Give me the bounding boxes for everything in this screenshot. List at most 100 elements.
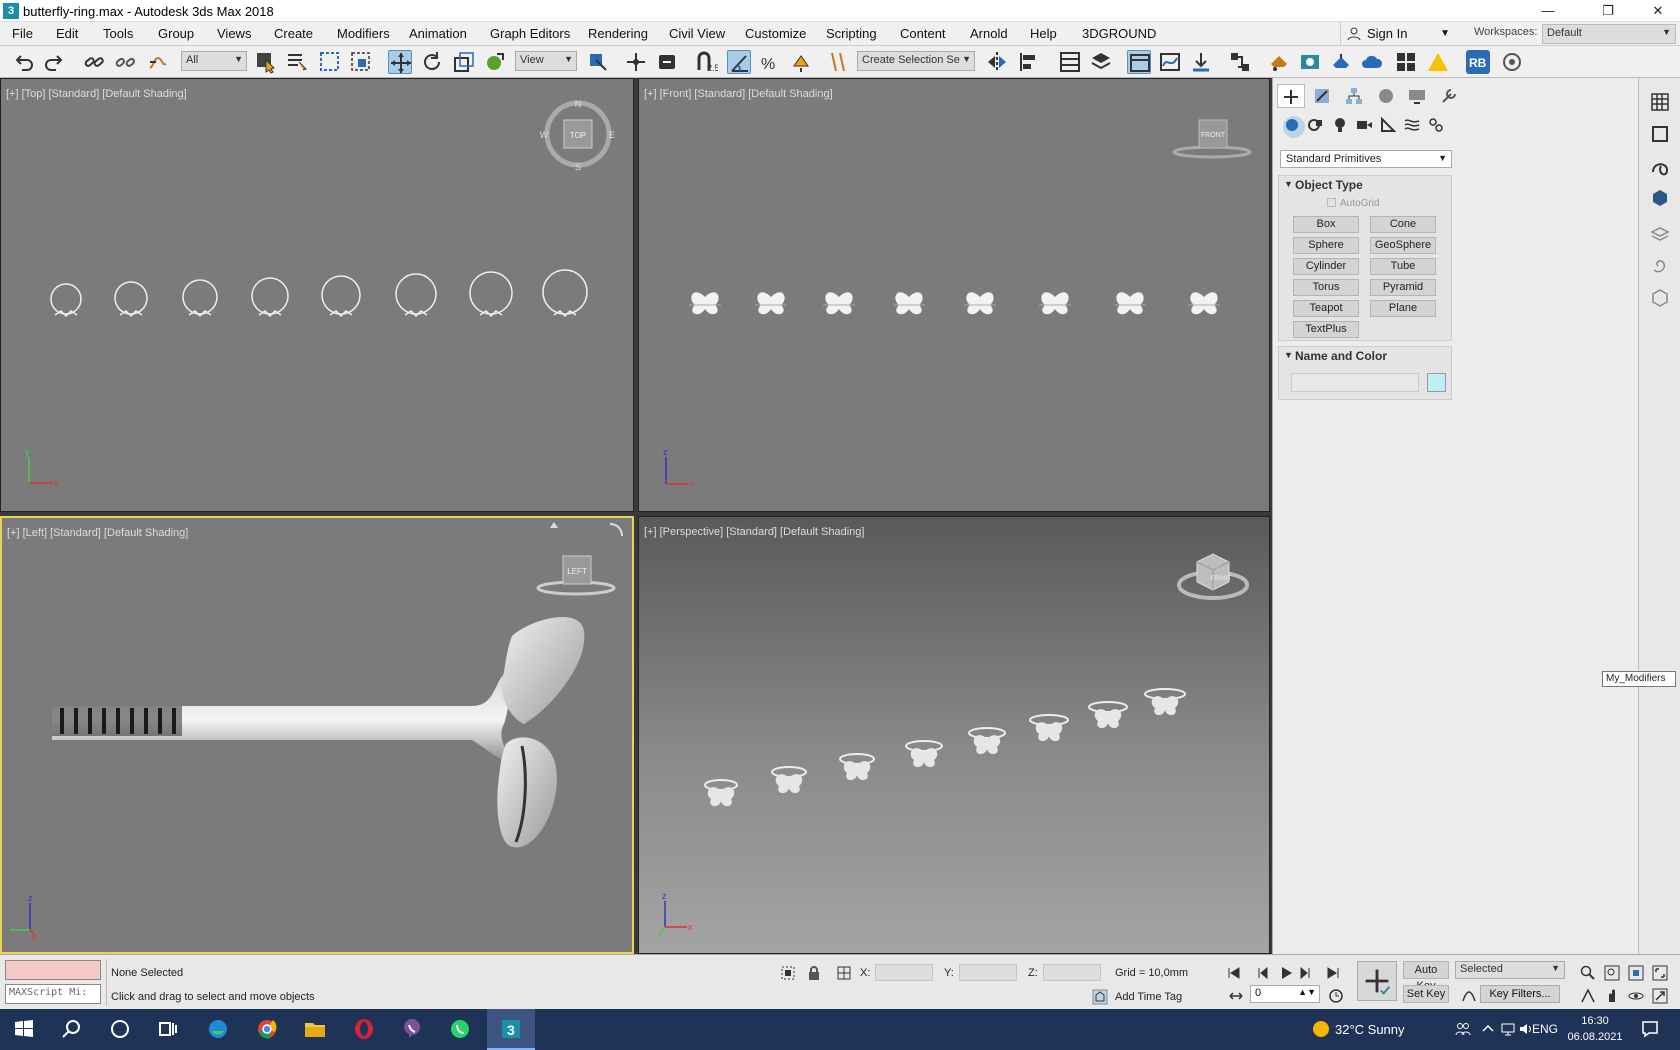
viewcube-perspective[interactable]: FRONT [1177, 553, 1249, 600]
keyboard-shortcut-override-icon[interactable] [655, 50, 679, 74]
link-icon[interactable] [82, 50, 106, 74]
box-stack-icon[interactable] [1650, 288, 1670, 308]
unlink-icon[interactable] [113, 50, 137, 74]
create-tab-icon[interactable] [1277, 84, 1305, 108]
x-coordinate-field[interactable] [875, 964, 933, 981]
default-in-out-tangents-icon[interactable] [1461, 987, 1477, 1003]
viewport-perspective[interactable]: FRONT z x [+] [Perspective] [Standard] [… [638, 516, 1270, 954]
go-to-start-icon[interactable] [1226, 965, 1242, 981]
select-manipulate-icon[interactable] [624, 50, 648, 74]
schematic-view-icon[interactable] [1189, 50, 1213, 74]
cylinder-button[interactable]: Cylinder [1293, 258, 1359, 275]
zoom-all-icon[interactable] [1604, 965, 1620, 981]
toggle-ribbon-icon[interactable] [1127, 50, 1151, 74]
home-icon[interactable] [550, 522, 558, 528]
viewport-top[interactable]: TOP N S W E y x [+] [Top] [Standard] [De… [0, 78, 634, 512]
layer-explorer-icon[interactable] [1089, 50, 1113, 74]
set-keys-button[interactable] [1357, 961, 1397, 1001]
modify-tab-icon[interactable] [1308, 84, 1336, 108]
menu-edit[interactable]: Edit [56, 26, 78, 41]
orbit-icon[interactable] [1628, 988, 1644, 1004]
y-coordinate-field[interactable] [959, 964, 1017, 981]
menu-animation[interactable]: Animation [409, 26, 467, 41]
cortana-icon[interactable] [96, 1009, 144, 1050]
systems-icon[interactable] [1427, 116, 1449, 138]
pivot-center-icon[interactable] [586, 50, 610, 74]
object-name-field[interactable] [1291, 373, 1419, 392]
field-of-view-icon[interactable] [1580, 988, 1596, 1004]
motion-tab-icon[interactable] [1372, 84, 1400, 108]
chrome-icon[interactable] [243, 1009, 291, 1050]
file-explorer-icon[interactable] [291, 1009, 339, 1050]
windows-start-icon[interactable] [0, 1009, 48, 1050]
zoom-extents-all-icon[interactable] [1652, 965, 1668, 981]
menu-scripting[interactable]: Scripting [826, 26, 877, 41]
named-selection-select[interactable]: Create Selection Se ▼ [857, 51, 975, 71]
z-coordinate-field[interactable] [1043, 964, 1101, 981]
menu-arnold[interactable]: Arnold [970, 26, 1008, 41]
app-icon[interactable]: 3 [3, 3, 19, 19]
auto-key-button[interactable]: Auto Key [1403, 961, 1449, 992]
current-frame-spinner[interactable]: 0 ▲▼ [1250, 985, 1320, 1003]
angle-snap-icon[interactable] [727, 50, 751, 74]
teapot-button[interactable]: Teapot [1293, 300, 1359, 317]
material-editor-icon[interactable] [1228, 50, 1252, 74]
workspaces-select[interactable]: Default ▼ [1542, 24, 1676, 44]
add-time-tag[interactable]: Add Time Tag [1115, 991, 1182, 1003]
square-shape-icon[interactable] [1650, 124, 1670, 144]
autogrid-checkbox[interactable]: AutoGrid [1327, 198, 1379, 209]
sign-in-button[interactable]: Sign In ▼ [1340, 22, 1454, 46]
network-icon[interactable] [1500, 1021, 1516, 1037]
object-type-header[interactable]: ▼ Object Type [1279, 176, 1451, 194]
select-and-place-icon[interactable] [483, 50, 507, 74]
edit-named-selection-icon[interactable] [826, 50, 850, 74]
undo-icon[interactable] [12, 50, 36, 74]
viewport-front[interactable]: FRONT z x [+] [Front] [Standard] [Defaul… [638, 78, 1270, 512]
edge-browser-icon[interactable] [194, 1009, 242, 1050]
geometry-icon[interactable] [1283, 116, 1305, 138]
render-production-icon[interactable] [1329, 50, 1353, 74]
key-mode-select[interactable]: Selected ▼ [1455, 961, 1565, 979]
select-and-rotate-icon[interactable] [420, 50, 444, 74]
layers-icon[interactable] [1650, 224, 1670, 244]
plane-button[interactable]: Plane [1370, 300, 1436, 317]
viewcube-front[interactable]: FRONT [1172, 119, 1252, 159]
language-indicator[interactable]: ENG [1532, 1022, 1558, 1036]
time-config-icon[interactable] [1228, 988, 1244, 1004]
bind-space-warp-icon[interactable] [146, 50, 170, 74]
viewcube-top[interactable]: TOP N S W E [540, 99, 615, 172]
render-setup-icon[interactable] [1267, 50, 1291, 74]
rotate-view-icon[interactable] [609, 523, 623, 537]
menu-customize[interactable]: Customize [745, 26, 806, 41]
utilities-tab-icon[interactable] [1435, 84, 1463, 108]
weather-widget[interactable]: 32°C Sunny [1313, 1021, 1405, 1037]
play-icon[interactable] [1278, 965, 1294, 981]
hierarchy-tab-icon[interactable] [1340, 84, 1368, 108]
task-view-icon[interactable] [144, 1009, 192, 1050]
render-in-cloud-icon[interactable] [1360, 50, 1384, 74]
menu-modifiers[interactable]: Modifiers [337, 26, 390, 41]
absolute-mode-icon[interactable] [836, 965, 852, 981]
geosphere-button[interactable]: GeoSphere [1370, 237, 1436, 254]
maxscript-listener-field[interactable] [5, 960, 101, 980]
chevron-up-icon[interactable] [1480, 1021, 1496, 1037]
select-by-name-icon[interactable] [285, 50, 309, 74]
align-icon[interactable] [1017, 50, 1041, 74]
menu-create[interactable]: Create [274, 26, 313, 41]
menu-rendering[interactable]: Rendering [588, 26, 648, 41]
select-and-scale-icon[interactable] [452, 50, 476, 74]
notification-icon[interactable] [1640, 1019, 1660, 1039]
previous-frame-icon[interactable] [1254, 965, 1270, 981]
viber-icon[interactable] [388, 1009, 436, 1050]
display-tab-icon[interactable] [1403, 84, 1431, 108]
menu-civil-view[interactable]: Civil View [669, 26, 725, 41]
name-and-color-header[interactable]: ▼ Name and Color [1279, 347, 1451, 365]
warning-icon[interactable] [1426, 50, 1450, 74]
sphere-button[interactable]: Sphere [1293, 237, 1359, 254]
next-frame-icon[interactable] [1298, 965, 1314, 981]
scene-explorer-icon[interactable] [1058, 50, 1082, 74]
plugin-settings-icon[interactable] [1500, 50, 1524, 74]
select-object-icon[interactable] [254, 50, 278, 74]
viewport-label-perspective[interactable]: [+] [Perspective] [Standard] [Default Sh… [644, 526, 864, 538]
key-filters-button[interactable]: Key Filters... [1480, 985, 1560, 1003]
